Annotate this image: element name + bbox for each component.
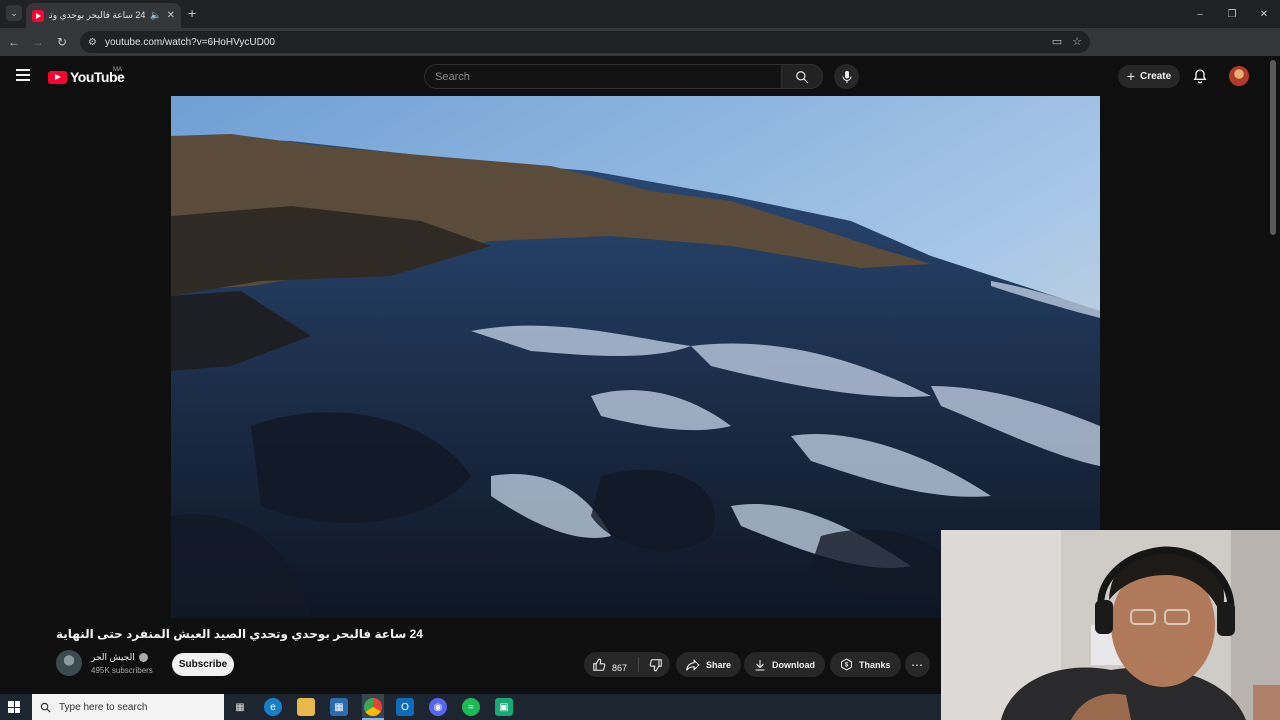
- youtube-play-logo-icon: [48, 70, 67, 84]
- thanks-button[interactable]: $ Thanks: [830, 652, 901, 677]
- forward-arrow-icon[interactable]: →: [26, 30, 50, 54]
- new-tab-plus-icon[interactable]: +: [188, 5, 196, 21]
- store-icon[interactable]: ▦: [330, 698, 348, 716]
- close-icon[interactable]: ✕: [1248, 0, 1280, 28]
- back-arrow-icon[interactable]: ←: [2, 30, 26, 54]
- webcam-overlay: [941, 530, 1280, 720]
- dislike-button[interactable]: [642, 652, 670, 677]
- task-view-icon[interactable]: ▦: [231, 698, 249, 716]
- like-button[interactable]: 867: [584, 652, 638, 677]
- channel-name[interactable]: الجيش الحر: [91, 652, 135, 663]
- search-button[interactable]: [781, 64, 823, 89]
- download-label: Download: [772, 659, 815, 670]
- app-icon[interactable]: ▣: [495, 698, 513, 716]
- window-controls: – ❐ ✕: [1184, 0, 1280, 28]
- guide-menu-icon[interactable]: [16, 69, 30, 81]
- like-dislike-group: 867: [584, 652, 670, 677]
- discord-icon[interactable]: ◉: [429, 698, 447, 716]
- taskbar-search-placeholder: Type here to search: [59, 701, 148, 713]
- notifications-button[interactable]: [1192, 68, 1208, 84]
- microphone-icon: [842, 70, 851, 83]
- super-thanks-icon: $: [841, 658, 852, 671]
- channel-avatar[interactable]: [56, 650, 82, 676]
- minimize-icon[interactable]: –: [1184, 0, 1216, 28]
- share-label: Share: [706, 659, 732, 670]
- address-bar[interactable]: ⚙ youtube.com/watch?v=6HoHVycUD00 ▭ ☆: [80, 31, 1090, 53]
- subscribe-button[interactable]: Subscribe: [172, 653, 234, 676]
- channel-name-row[interactable]: الجيش الحر: [91, 652, 148, 663]
- youtube-masthead: YouTube MA + Create: [0, 56, 1280, 96]
- windows-start-icon[interactable]: [8, 701, 20, 713]
- subscriber-count: 495K subscribers: [91, 666, 153, 675]
- webcam-person-image: [941, 530, 1280, 720]
- thumbs-down-icon: [649, 658, 662, 671]
- browser-toolbar: ← → ↻ ⚙ youtube.com/watch?v=6HoHVycUD00 …: [0, 28, 1280, 75]
- tab-title: 24 ساعة فالبحر بوحدي وتحدي: [49, 10, 146, 20]
- thumbs-up-icon: [593, 658, 606, 671]
- video-title: 24 ساعة فالبحر بوحدي وتحدي الصيد العيش ا…: [56, 627, 423, 641]
- verified-badge-icon: [138, 653, 148, 662]
- windows-taskbar: Type here to search ▦ e ▦ O ◉ ≈ ▣: [0, 694, 941, 720]
- youtube-favicon-icon: [32, 9, 44, 22]
- site-info-icon[interactable]: ⚙: [88, 37, 97, 48]
- browser-tab-youtube[interactable]: 24 ساعة فالبحر بوحدي وتحدي 🔈 ✕: [26, 3, 181, 28]
- plus-icon: +: [1126, 67, 1136, 84]
- file-explorer-icon[interactable]: [297, 698, 315, 716]
- taskbar-search-box[interactable]: Type here to search: [32, 694, 224, 720]
- search-icon: [40, 702, 51, 712]
- outlook-icon[interactable]: O: [396, 698, 414, 716]
- address-url[interactable]: youtube.com/watch?v=6HoHVycUD00: [105, 37, 275, 48]
- svg-text:$: $: [845, 663, 849, 669]
- restore-icon[interactable]: ❐: [1216, 0, 1248, 28]
- spotify-icon[interactable]: ≈: [462, 698, 480, 716]
- voice-search-button[interactable]: [834, 64, 859, 89]
- more-actions-icon[interactable]: ⋯: [905, 652, 930, 677]
- share-button[interactable]: Share: [676, 652, 742, 677]
- like-divider: [638, 657, 639, 672]
- account-avatar[interactable]: [1229, 66, 1249, 86]
- edge-icon[interactable]: e: [264, 698, 282, 716]
- create-label: Create: [1140, 71, 1172, 82]
- search-icon: [796, 70, 809, 83]
- tab-close-icon[interactable]: ✕: [167, 10, 175, 21]
- tab-search-chevron-icon[interactable]: ⌄: [6, 5, 22, 21]
- reload-icon[interactable]: ↻: [50, 30, 74, 54]
- install-app-icon[interactable]: ▭: [1052, 35, 1062, 48]
- download-button[interactable]: Download: [744, 652, 825, 677]
- region-code: MA: [113, 67, 122, 73]
- share-arrow-icon: [686, 658, 700, 671]
- page-scrollbar[interactable]: [1270, 60, 1276, 235]
- speaker-icon[interactable]: 🔈: [150, 10, 161, 21]
- download-icon: [755, 659, 765, 670]
- bell-icon: [1193, 69, 1207, 84]
- search-box[interactable]: [424, 64, 782, 89]
- create-button[interactable]: + Create: [1118, 65, 1180, 88]
- thanks-label: Thanks: [859, 659, 891, 670]
- chrome-icon[interactable]: [364, 698, 382, 716]
- bookmark-star-icon[interactable]: ☆: [1072, 35, 1082, 48]
- search-input[interactable]: [435, 70, 781, 83]
- browser-tab-strip: ⌄ 24 ساعة فالبحر بوحدي وتحدي 🔈 ✕ + – ❐ ✕: [0, 0, 1280, 28]
- like-count: 867: [612, 662, 628, 673]
